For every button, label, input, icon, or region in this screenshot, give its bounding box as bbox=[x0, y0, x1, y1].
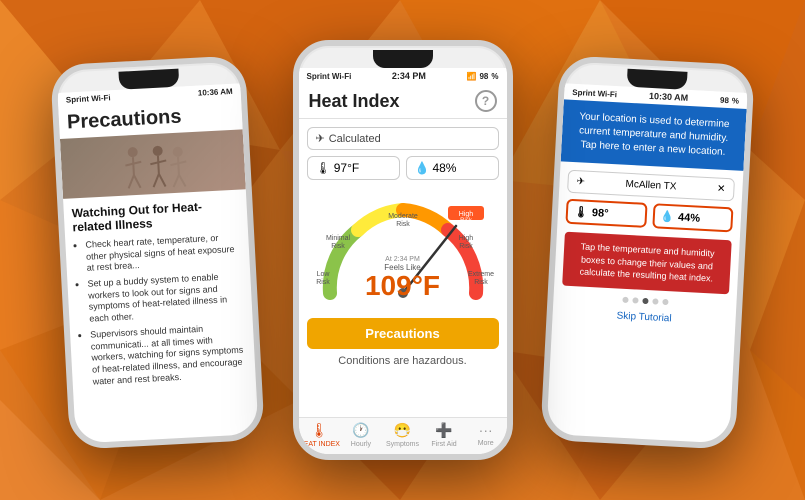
nav-first-aid-label: First Aid bbox=[431, 441, 456, 448]
svg-text:Risk: Risk bbox=[460, 218, 473, 224]
right-phone-notch bbox=[626, 69, 687, 90]
center-phone-screen: Sprint Wi-Fi 2:34 PM 📶 98% Heat Index ? … bbox=[299, 68, 507, 454]
nav-heat-index[interactable]: 🌡 HEAT INDEX bbox=[299, 422, 341, 448]
left-carrier: Sprint Wi-Fi bbox=[66, 93, 111, 104]
bottom-navigation: 🌡 HEAT INDEX 🕐 Hourly 😷 Symptoms ➕ First… bbox=[299, 417, 507, 454]
humidity-input[interactable]: 💧 48% bbox=[406, 156, 499, 180]
nav-hourly[interactable]: 🕐 Hourly bbox=[340, 422, 382, 448]
right-humidity-icon: 💧 bbox=[660, 210, 674, 224]
left-phone-title: Precautions bbox=[66, 103, 234, 135]
right-temp-value: 98° bbox=[592, 207, 609, 220]
center-carrier: Sprint Wi-Fi bbox=[307, 72, 352, 81]
left-phone: Sprint Wi-Fi 10:36 AM Precautions bbox=[50, 55, 265, 450]
symptoms-icon: 😷 bbox=[394, 422, 411, 439]
right-phone-screen: Sprint Wi-Fi 10:30 AM 98% Your location … bbox=[546, 83, 747, 443]
nav-symptoms-label: Symptoms bbox=[386, 441, 419, 448]
dot-5 bbox=[662, 299, 668, 305]
mode-selector[interactable]: ✈ Calculated bbox=[307, 127, 499, 150]
svg-text:Extreme: Extreme bbox=[467, 271, 493, 278]
right-battery: 98% bbox=[720, 95, 739, 105]
center-phone-header: Heat Index ? bbox=[299, 84, 507, 119]
svg-text:Moderate: Moderate bbox=[388, 213, 418, 220]
right-humidity-input[interactable]: 💧 44% bbox=[652, 203, 734, 232]
left-bullet-3: Supervisors should maintain communicati.… bbox=[90, 321, 248, 387]
heat-gauge: Low Risk Minimal Risk Moderate Risk High… bbox=[307, 188, 499, 318]
right-time: 10:30 AM bbox=[649, 91, 689, 103]
help-button[interactable]: ? bbox=[475, 90, 497, 112]
left-bullet-1: Check heart rate, temperature, or other … bbox=[85, 232, 242, 275]
dot-3 bbox=[642, 298, 648, 304]
navigation-icon: ✈ bbox=[316, 132, 325, 145]
dot-2 bbox=[632, 297, 638, 303]
feels-temp: 109°F bbox=[365, 270, 440, 301]
heat-index-icon: 🌡 bbox=[310, 422, 328, 439]
right-humidity-value: 44% bbox=[678, 211, 701, 224]
nav-more[interactable]: ··· More bbox=[465, 422, 507, 448]
svg-text:High: High bbox=[458, 235, 473, 242]
tutorial-banner: Tap the temperature and humidity boxes t… bbox=[562, 232, 732, 294]
nav-heat-index-label: HEAT INDEX bbox=[299, 441, 340, 448]
nav-symptoms[interactable]: 😷 Symptoms bbox=[382, 422, 424, 448]
right-carrier: Sprint Wi-Fi bbox=[572, 87, 617, 98]
svg-text:High: High bbox=[458, 211, 473, 218]
svg-text:Risk: Risk bbox=[331, 243, 345, 250]
right-thermometer-icon: 🌡 bbox=[574, 205, 589, 219]
left-phone-screen: Sprint Wi-Fi 10:36 AM Precautions bbox=[58, 83, 259, 443]
precautions-image bbox=[60, 129, 246, 198]
nav-first-aid[interactable]: ➕ First Aid bbox=[423, 422, 465, 448]
inputs-row: 🌡 97°F 💧 48% bbox=[307, 156, 499, 180]
more-icon: ··· bbox=[479, 422, 493, 438]
svg-text:Risk: Risk bbox=[459, 243, 473, 250]
feels-time: At 2:34 PM bbox=[365, 256, 440, 263]
left-phone-notch bbox=[118, 69, 179, 90]
location-section: ✈ McAllen TX ✕ 🌡 98° 💧 44% bbox=[557, 161, 743, 240]
dot-1 bbox=[622, 297, 628, 303]
location-banner[interactable]: Your location is used to determine curre… bbox=[561, 99, 747, 170]
left-content-title: Watching Out for Heat-related Illness bbox=[71, 198, 239, 235]
svg-text:Minimal: Minimal bbox=[325, 235, 350, 242]
left-bullet-2: Set up a buddy system to enable workers … bbox=[87, 271, 244, 326]
center-battery: 📶 98% bbox=[466, 72, 498, 81]
first-aid-icon: ➕ bbox=[435, 422, 452, 439]
humidity-icon: 💧 bbox=[415, 161, 430, 175]
dot-4 bbox=[652, 298, 658, 304]
right-phone-content: Your location is used to determine curre… bbox=[546, 99, 746, 443]
conditions-text: Conditions are hazardous. bbox=[307, 355, 499, 367]
thermometer-icon: 🌡 bbox=[316, 161, 331, 175]
feels-like-display: At 2:34 PM Feels Like 109°F bbox=[365, 256, 440, 300]
center-phone-title: Heat Index bbox=[309, 91, 400, 112]
clear-icon[interactable]: ✕ bbox=[717, 184, 726, 195]
center-phone-body: ✈ Calculated 🌡 97°F 💧 48% bbox=[299, 119, 507, 417]
temp-humidity-row: 🌡 98° 💧 44% bbox=[565, 199, 733, 233]
right-phone: Sprint Wi-Fi 10:30 AM 98% Your location … bbox=[540, 55, 755, 450]
nav-hourly-label: Hourly bbox=[351, 441, 371, 448]
svg-text:Risk: Risk bbox=[474, 279, 488, 286]
mode-label: Calculated bbox=[329, 133, 381, 145]
center-time: 2:34 PM bbox=[392, 71, 426, 81]
svg-text:Risk: Risk bbox=[316, 279, 330, 286]
location-input[interactable]: ✈ McAllen TX ✕ bbox=[567, 170, 735, 202]
workers-illustration bbox=[112, 137, 195, 191]
left-bullet-list: Check heart rate, temperature, or other … bbox=[73, 232, 248, 389]
temp-value: 97°F bbox=[334, 161, 359, 175]
left-time: 10:36 AM bbox=[198, 87, 233, 98]
location-icon: ✈ bbox=[576, 176, 585, 187]
right-temperature-input[interactable]: 🌡 98° bbox=[565, 199, 647, 228]
nav-more-label: More bbox=[478, 440, 494, 447]
humidity-value: 48% bbox=[432, 161, 456, 175]
precautions-button[interactable]: Precautions bbox=[307, 318, 499, 349]
left-phone-content: Watching Out for Heat-related Illness Ch… bbox=[63, 189, 259, 443]
hourly-icon: 🕐 bbox=[352, 422, 369, 439]
svg-text:Low: Low bbox=[316, 271, 330, 278]
svg-text:Risk: Risk bbox=[396, 221, 410, 228]
phones-container: Sprint Wi-Fi 10:36 AM Precautions bbox=[0, 0, 805, 500]
center-status-bar: Sprint Wi-Fi 2:34 PM 📶 98% bbox=[299, 68, 507, 84]
center-phone-notch bbox=[373, 50, 433, 68]
location-value: McAllen TX bbox=[625, 179, 676, 193]
center-phone: Sprint Wi-Fi 2:34 PM 📶 98% Heat Index ? … bbox=[293, 40, 513, 460]
temperature-input[interactable]: 🌡 97°F bbox=[307, 156, 400, 180]
